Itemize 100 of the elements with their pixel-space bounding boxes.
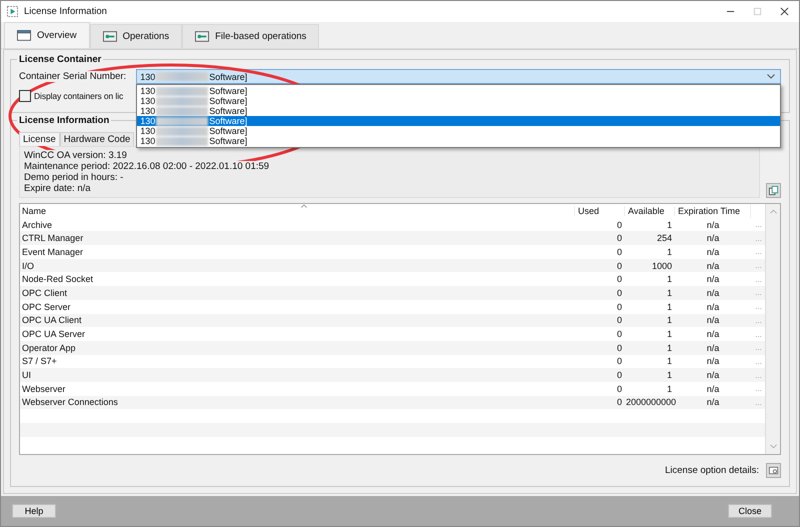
table-cell-text: OPC Server xyxy=(21,302,72,312)
dropdown-option[interactable]: 130 Software] xyxy=(137,106,780,116)
dropdown-option[interactable]: 130 Software] xyxy=(137,136,780,146)
close-icon[interactable] xyxy=(780,7,789,16)
window-title: License Information xyxy=(24,6,107,17)
table-cell-text: 0 xyxy=(616,302,623,312)
dropdown-option[interactable]: 130 Software] xyxy=(137,116,780,126)
table-cell-text: UI xyxy=(21,370,32,380)
table-cell-text: n/a xyxy=(706,302,720,312)
table-cell-text: I/O xyxy=(21,260,36,271)
table-cell-text: 0 xyxy=(616,315,623,326)
dropdown-option[interactable]: 130 Software] xyxy=(137,96,780,106)
table-cell-text: Operator App xyxy=(21,342,77,353)
field-label: License option details: xyxy=(664,465,759,476)
table-cell-text: 1 xyxy=(666,288,673,298)
table-cell-text: 0 xyxy=(616,342,623,353)
table-cell-text: 0 xyxy=(616,288,623,298)
window-icon xyxy=(17,30,31,41)
option-details-button[interactable] xyxy=(766,463,781,478)
table-cell-text: S7 / S7+ xyxy=(21,356,58,366)
table-cell-text: OPC UA Client xyxy=(21,315,83,326)
table-cell-text: Archive xyxy=(21,220,54,230)
tab[interactable]: License xyxy=(19,132,60,146)
chevron-up-icon xyxy=(770,209,776,214)
table-cell-text: Webserver xyxy=(21,384,66,394)
redacted-block xyxy=(156,126,208,136)
table-cell-text: n/a xyxy=(706,370,720,380)
table-cell-text: n/a xyxy=(706,397,720,408)
redacted-block xyxy=(156,86,208,96)
table-cell-text: 0 xyxy=(616,233,623,244)
checkbox-label: Display containers on lic xyxy=(34,91,124,101)
column-header[interactable]: Name xyxy=(20,206,574,216)
copy-button[interactable] xyxy=(766,183,781,198)
table-cell-text: Node-Red Socket xyxy=(21,274,94,284)
table-cell-text: 1 xyxy=(666,220,673,230)
redacted-block xyxy=(156,96,208,106)
tab[interactable]: Overview xyxy=(4,22,90,48)
table-cell-text: n/a xyxy=(706,220,720,230)
redacted-block xyxy=(156,116,208,126)
table-cell-text: n/a xyxy=(706,384,720,394)
copy-icon xyxy=(768,185,779,196)
group-title: License Information xyxy=(17,115,112,126)
table-cell-text: n/a xyxy=(706,329,720,340)
checkbox[interactable] xyxy=(19,90,31,102)
table-cell-text: n/a xyxy=(706,356,720,366)
table-cell-text: 1 xyxy=(666,370,673,380)
redacted-block xyxy=(156,72,208,81)
table-cell-text: n/a xyxy=(706,246,720,257)
group-title: License Container xyxy=(17,54,104,65)
dropdown-option[interactable]: 130 Software] xyxy=(137,86,780,96)
table-cell-text: 1 xyxy=(666,329,673,340)
table-cell-text: 0 xyxy=(616,260,623,271)
table-cell-text: 0 xyxy=(616,329,623,340)
table-cell-text: Webserver Connections xyxy=(21,397,119,408)
window-icon xyxy=(768,465,779,476)
redacted-block xyxy=(156,106,208,116)
table-cell-text: 2000000000 xyxy=(625,397,674,408)
tab[interactable]: Operations xyxy=(90,24,182,48)
table-cell-text: 0 xyxy=(616,370,623,380)
column-header[interactable]: Expiration Time xyxy=(674,206,750,216)
chevron-down-icon xyxy=(770,444,776,449)
table-cell-text: n/a xyxy=(706,342,720,353)
card-icon xyxy=(195,31,210,42)
table-cell-text: Event Manager xyxy=(21,246,84,257)
table-cell-text: n/a xyxy=(706,315,720,326)
dropdown-option[interactable]: 130 Software] xyxy=(137,126,780,136)
table-cell-text: OPC UA Server xyxy=(21,329,86,340)
table-cell-text: 1 xyxy=(666,274,673,284)
dialog-button[interactable]: Help xyxy=(12,504,56,518)
table-cell-text: 0 xyxy=(616,384,623,394)
tab[interactable]: Hardware Code xyxy=(60,132,134,146)
table-cell-text: 1 xyxy=(666,315,673,326)
table-cell-text: 0 xyxy=(616,246,623,257)
table-cell-text: 1 xyxy=(666,302,673,312)
table-cell-text: 0 xyxy=(616,356,623,366)
table-cell-text: 254 xyxy=(656,233,673,244)
table-cell-text: CTRL Manager xyxy=(21,233,84,244)
table-cell-text: 1 xyxy=(666,342,673,353)
table-cell-text: n/a xyxy=(706,260,720,271)
chevron-down-icon xyxy=(767,74,775,79)
card-icon xyxy=(102,31,117,42)
tab[interactable]: File-based operations xyxy=(182,24,320,48)
table-cell-text: OPC Client xyxy=(21,288,68,298)
app-icon xyxy=(7,6,18,17)
table-cell-text: n/a xyxy=(706,233,720,244)
column-header[interactable]: Used xyxy=(574,206,624,216)
table-cell-text: 1 xyxy=(666,384,673,394)
dialog-button[interactable]: Close xyxy=(728,504,772,518)
column-header[interactable]: Available xyxy=(624,206,674,216)
table-cell-text: 0 xyxy=(616,220,623,230)
table-cell-text: 0 xyxy=(616,274,623,284)
field-label: Container Serial Number: xyxy=(19,71,126,82)
table-cell-text: n/a xyxy=(706,274,720,284)
table-cell-text: 1 xyxy=(666,356,673,366)
serial-number-dropdown[interactable]: 130 Software] xyxy=(136,69,781,84)
table-cell-text: n/a xyxy=(706,288,720,298)
sort-caret-icon xyxy=(301,204,307,208)
table-cell-text: 1 xyxy=(666,246,673,257)
scrollbar[interactable] xyxy=(765,204,780,454)
table-cell-text: 1000 xyxy=(650,260,673,271)
